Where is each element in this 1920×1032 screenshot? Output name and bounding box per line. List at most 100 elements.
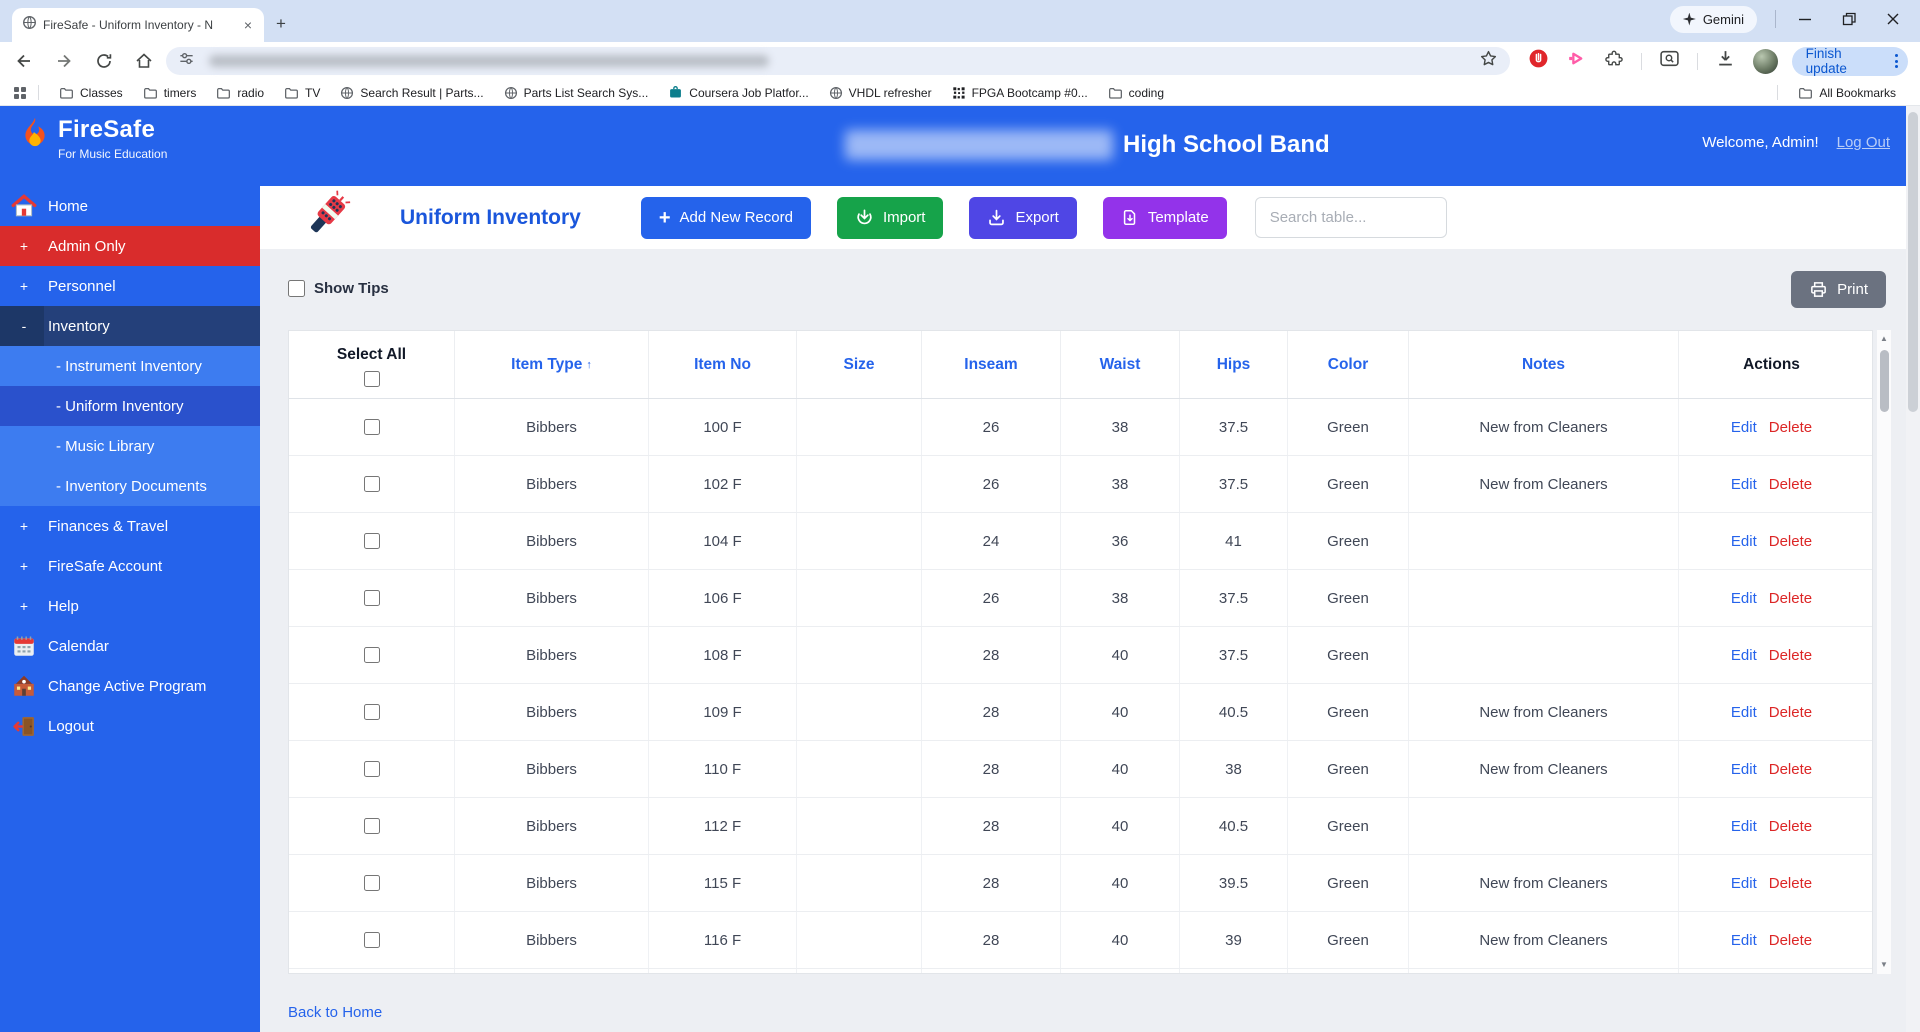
import-button[interactable]: Import <box>836 196 944 239</box>
scroll-down-icon[interactable]: ▼ <box>1877 958 1891 972</box>
table-scrollbar[interactable]: ▲ ▼ <box>1877 330 1891 974</box>
row-checkbox[interactable] <box>363 875 380 891</box>
sidebar-item-firesafe-account[interactable]: + FireSafe Account <box>0 546 260 586</box>
reload-button[interactable] <box>94 51 114 71</box>
edit-link[interactable]: Edit <box>1731 476 1757 493</box>
tab-close-icon[interactable]: × <box>240 17 256 33</box>
bookmark-coursera[interactable]: Coursera Job Platfor... <box>658 82 818 104</box>
page-scrollbar[interactable] <box>1906 106 1920 1032</box>
profile-avatar[interactable] <box>1752 48 1778 74</box>
window-minimize-button[interactable] <box>1796 10 1814 28</box>
column-item-no[interactable]: Item No <box>649 331 797 398</box>
delete-link[interactable]: Delete <box>1769 647 1812 664</box>
column-notes[interactable]: Notes <box>1409 331 1679 398</box>
delete-link[interactable]: Delete <box>1769 932 1812 949</box>
gemini-button[interactable]: Gemini <box>1669 5 1757 33</box>
back-button[interactable] <box>14 51 34 71</box>
row-checkbox[interactable] <box>363 476 380 492</box>
delete-link[interactable]: Delete <box>1769 818 1812 835</box>
edit-link[interactable]: Edit <box>1731 590 1757 607</box>
bookmark-parts-list-search[interactable]: Parts List Search Sys... <box>494 82 659 104</box>
sidebar-item-home[interactable]: Home <box>0 186 260 226</box>
bookmark-folder-radio[interactable]: radio <box>206 82 274 104</box>
table-search-input[interactable] <box>1254 197 1447 238</box>
bookmark-folder-timers[interactable]: timers <box>133 82 207 104</box>
all-bookmarks-button[interactable]: All Bookmarks <box>1788 82 1906 104</box>
sidebar-item-calendar[interactable]: Calendar <box>0 626 260 666</box>
edit-link[interactable]: Edit <box>1731 875 1757 892</box>
row-checkbox[interactable] <box>363 419 380 435</box>
browser-tab[interactable]: FireSafe - Uniform Inventory - N × <box>12 8 264 42</box>
row-checkbox[interactable] <box>363 647 380 663</box>
page-scrollbar-thumb[interactable] <box>1908 112 1918 412</box>
column-color[interactable]: Color <box>1288 331 1409 398</box>
extensions-puzzle-icon[interactable] <box>1604 49 1624 74</box>
bookmark-folder-coding[interactable]: coding <box>1098 82 1174 104</box>
sidebar-item-help[interactable]: + Help <box>0 586 260 626</box>
sidebar-item-inventory-documents[interactable]: - Inventory Documents <box>0 466 260 506</box>
bookmark-star-icon[interactable] <box>1479 49 1498 73</box>
edit-link[interactable]: Edit <box>1731 647 1757 664</box>
template-button[interactable]: Template <box>1102 196 1227 239</box>
sidebar-item-uniform-inventory[interactable]: - Uniform Inventory <box>0 386 260 426</box>
print-button[interactable]: Print <box>1791 271 1886 308</box>
home-button[interactable] <box>134 51 154 71</box>
column-size[interactable]: Size <box>797 331 922 398</box>
delete-link[interactable]: Delete <box>1769 761 1812 778</box>
side-panel-search-icon[interactable] <box>1659 48 1680 74</box>
delete-link[interactable]: Delete <box>1769 875 1812 892</box>
row-checkbox[interactable] <box>363 533 380 549</box>
bookmark-fpga-bootcamp[interactable]: FPGA Bootcamp #0... <box>942 82 1098 104</box>
apps-grid-icon[interactable] <box>14 86 26 99</box>
row-checkbox[interactable] <box>363 704 380 720</box>
edit-link[interactable]: Edit <box>1731 818 1757 835</box>
delete-link[interactable]: Delete <box>1769 419 1812 436</box>
row-checkbox[interactable] <box>363 590 380 606</box>
bookmark-folder-classes[interactable]: Classes <box>49 82 133 104</box>
select-all-checkbox[interactable] <box>363 371 380 387</box>
sidebar-item-personnel[interactable]: + Personnel <box>0 266 260 306</box>
edit-link[interactable]: Edit <box>1731 533 1757 550</box>
show-tips-label[interactable]: Show Tips <box>314 280 389 297</box>
site-settings-tune-icon[interactable] <box>178 50 195 72</box>
bookmark-search-result-parts[interactable]: Search Result | Parts... <box>330 82 493 104</box>
column-hips[interactable]: Hips <box>1180 331 1288 398</box>
bookmark-vhdl-refresher[interactable]: VHDL refresher <box>819 82 942 104</box>
sidebar-item-instrument-inventory[interactable]: - Instrument Inventory <box>0 346 260 386</box>
scroll-up-icon[interactable]: ▲ <box>1877 332 1891 346</box>
edit-link[interactable]: Edit <box>1731 761 1757 778</box>
url-omnibox[interactable] <box>166 47 1510 75</box>
kebab-menu-icon[interactable] <box>1895 54 1898 68</box>
window-close-button[interactable] <box>1884 10 1902 28</box>
finish-update-button[interactable]: Finish update <box>1791 46 1908 76</box>
bookmark-folder-tv[interactable]: TV <box>274 82 330 104</box>
row-checkbox[interactable] <box>363 818 380 834</box>
column-inseam[interactable]: Inseam <box>922 331 1061 398</box>
edit-link[interactable]: Edit <box>1731 419 1757 436</box>
column-waist[interactable]: Waist <box>1061 331 1180 398</box>
delete-link[interactable]: Delete <box>1769 704 1812 721</box>
logout-link[interactable]: Log Out <box>1837 134 1890 151</box>
sidebar-item-change-active-program[interactable]: Change Active Program <box>0 666 260 706</box>
pink-arrow-extension-icon[interactable] <box>1566 48 1587 74</box>
show-tips-checkbox[interactable] <box>288 280 305 297</box>
row-checkbox[interactable] <box>363 761 380 777</box>
sidebar-item-music-library[interactable]: - Music Library <box>0 426 260 466</box>
row-checkbox[interactable] <box>363 932 380 948</box>
delete-link[interactable]: Delete <box>1769 533 1812 550</box>
sidebar-item-logout[interactable]: Logout <box>0 706 260 746</box>
delete-link[interactable]: Delete <box>1769 590 1812 607</box>
sidebar-item-finances-travel[interactable]: + Finances & Travel <box>0 506 260 546</box>
delete-link[interactable]: Delete <box>1769 476 1812 493</box>
export-button[interactable]: Export <box>969 196 1077 239</box>
adblock-extension-icon[interactable] <box>1528 48 1549 74</box>
new-tab-button[interactable]: + <box>276 14 286 34</box>
back-to-home-link[interactable]: Back to Home <box>288 1004 382 1021</box>
sidebar-item-admin-only[interactable]: + Admin Only <box>0 226 260 266</box>
forward-button[interactable] <box>54 51 74 71</box>
window-restore-button[interactable] <box>1840 10 1858 28</box>
sidebar-item-inventory[interactable]: - Inventory <box>0 306 260 346</box>
edit-link[interactable]: Edit <box>1731 932 1757 949</box>
column-item-type[interactable]: Item Type ↑ <box>455 331 649 398</box>
add-new-record-button[interactable]: + Add New Record <box>640 196 811 239</box>
